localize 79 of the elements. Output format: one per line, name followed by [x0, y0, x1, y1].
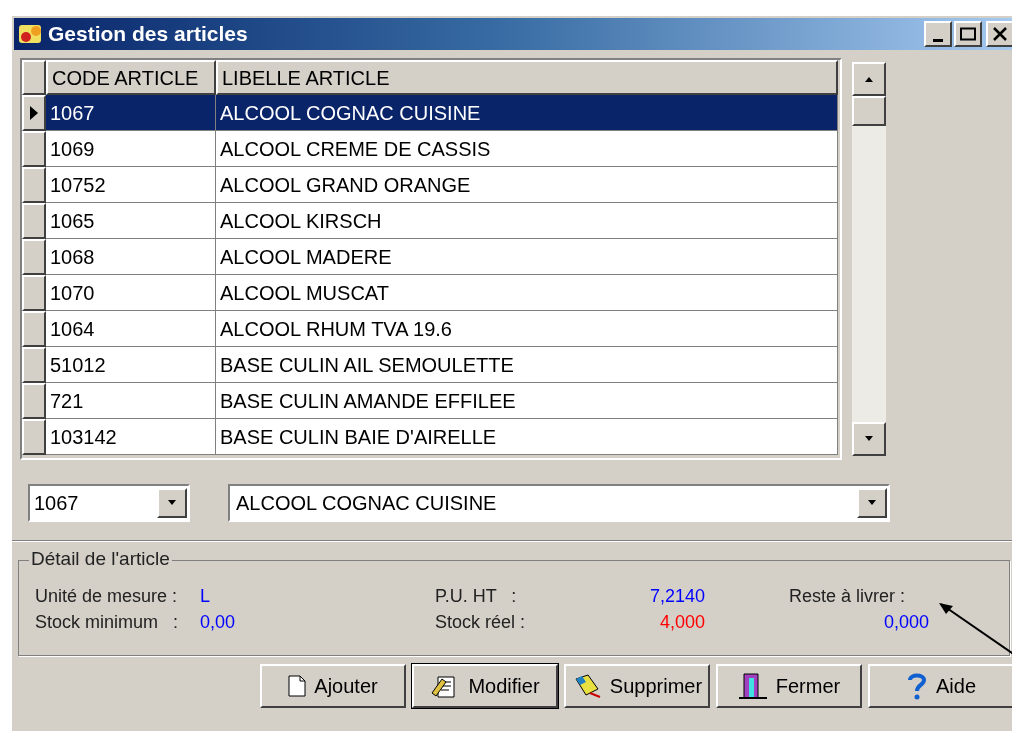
row-selector[interactable] [22, 239, 46, 275]
toolbar-button[interactable]: Fermer [716, 664, 862, 708]
table-row[interactable]: 1068 ALCOOL MADERE [22, 239, 840, 275]
row-selector[interactable] [22, 203, 46, 239]
close-button[interactable] [986, 21, 1012, 47]
table-cell: 51012 [46, 347, 216, 383]
field-label: P.U. HT : [435, 585, 518, 608]
table-row[interactable]: 103142 BASE CULIN BAIE D'AIRELLE [22, 419, 840, 455]
table-cell: ALCOOL GRAND ORANGE [216, 167, 838, 203]
column-header[interactable]: CODE ARTICLE [46, 60, 216, 95]
table-cell: 1064 [46, 311, 216, 347]
door-icon [737, 672, 768, 700]
toolbar-button[interactable]: Aide [868, 664, 1012, 708]
table-cell: ALCOOL CREME DE CASSIS [216, 131, 838, 167]
table-row[interactable]: 1065 ALCOOL KIRSCH [22, 203, 840, 239]
dropdown-arrow-icon [867, 500, 877, 506]
code-value: 1067 [33, 491, 80, 516]
table-cell: ALCOOL RHUM TVA 19.6 [216, 311, 838, 347]
toolbar-button[interactable]: Ajouter [260, 664, 406, 708]
row-selector[interactable] [22, 275, 46, 311]
window-title: Gestion des articles [48, 21, 248, 48]
minimize-button[interactable] [924, 21, 952, 47]
field-label: Unité de mesure : [35, 585, 179, 608]
table-cell: 1067 [46, 95, 216, 131]
table-row[interactable]: 721 BASE CULIN AMANDE EFFILEE [22, 383, 840, 419]
code-dropdown[interactable]: 1067 [28, 484, 190, 522]
field-value: 0,000 [882, 611, 929, 634]
scroll-down-icon [864, 436, 874, 442]
field-label: Stock réel : [435, 611, 527, 634]
table-row[interactable]: 1064 ALCOOL RHUM TVA 19.6 [22, 311, 840, 347]
table-row[interactable]: 1067 ALCOOL COGNAC CUISINE [22, 95, 840, 131]
row-selector[interactable] [22, 311, 46, 347]
table-cell: 1065 [46, 203, 216, 239]
current-row-icon [30, 106, 38, 120]
row-selector[interactable] [22, 167, 46, 203]
label-dropdown[interactable]: ALCOOL COGNAC CUISINE [228, 484, 890, 522]
page-icon [288, 675, 307, 697]
field-value: 4,000 [658, 611, 705, 634]
scroll-thumb[interactable] [852, 96, 886, 126]
label-value: ALCOOL COGNAC CUISINE [235, 491, 498, 516]
maximize-button[interactable] [954, 21, 982, 47]
table-cell: 1070 [46, 275, 216, 311]
table-row[interactable]: 1069 ALCOOL CREME DE CASSIS [22, 131, 840, 167]
close-icon [993, 27, 1007, 41]
toolbar-button[interactable]: Supprimer [564, 664, 710, 708]
table-cell: 1069 [46, 131, 216, 167]
table-cell: BASE CULIN BAIE D'AIRELLE [216, 419, 838, 455]
row-selector[interactable] [22, 131, 46, 167]
table-cell: BASE CULIN AMANDE EFFILEE [216, 383, 838, 419]
row-selector[interactable] [22, 95, 46, 131]
scrollbar[interactable] [852, 62, 886, 456]
field-value: L [200, 585, 211, 608]
table-cell: ALCOOL KIRSCH [216, 203, 838, 239]
maximize-icon [960, 27, 976, 41]
table-cell: 1068 [46, 239, 216, 275]
minimize-icon [933, 39, 943, 42]
table-cell: ALCOOL MADERE [216, 239, 838, 275]
column-header[interactable]: LIBELLE ARTICLE [216, 60, 838, 95]
table-cell: ALCOOL COGNAC CUISINE [216, 95, 838, 131]
table-row[interactable]: 10752 ALCOOL GRAND ORANGE [22, 167, 840, 203]
group-title: Détail de l'article [29, 549, 172, 568]
table-cell: 103142 [46, 419, 216, 455]
field-label: Stock minimum : [35, 611, 180, 634]
row-selector[interactable] [22, 347, 46, 383]
scroll-up-icon [864, 76, 874, 82]
question-mark-icon [906, 672, 928, 700]
field-value: 0,00 [200, 611, 237, 634]
table-cell: BASE CULIN AIL SEMOULETTE [216, 347, 838, 383]
table-cell: 721 [46, 383, 216, 419]
dropdown-arrow-icon [167, 500, 177, 506]
field-label: Reste à livrer : [789, 585, 907, 608]
row-selector[interactable] [22, 383, 46, 419]
toolbar-button[interactable]: Modifier [412, 664, 558, 708]
table-cell: 10752 [46, 167, 216, 203]
field-value: 7,2140 [648, 585, 705, 608]
row-selector[interactable] [22, 419, 46, 455]
table-row[interactable]: 51012 BASE CULIN AIL SEMOULETTE [22, 347, 840, 383]
table-cell: ALCOOL MUSCAT [216, 275, 838, 311]
table-row[interactable]: 1070 ALCOOL MUSCAT [22, 275, 840, 311]
